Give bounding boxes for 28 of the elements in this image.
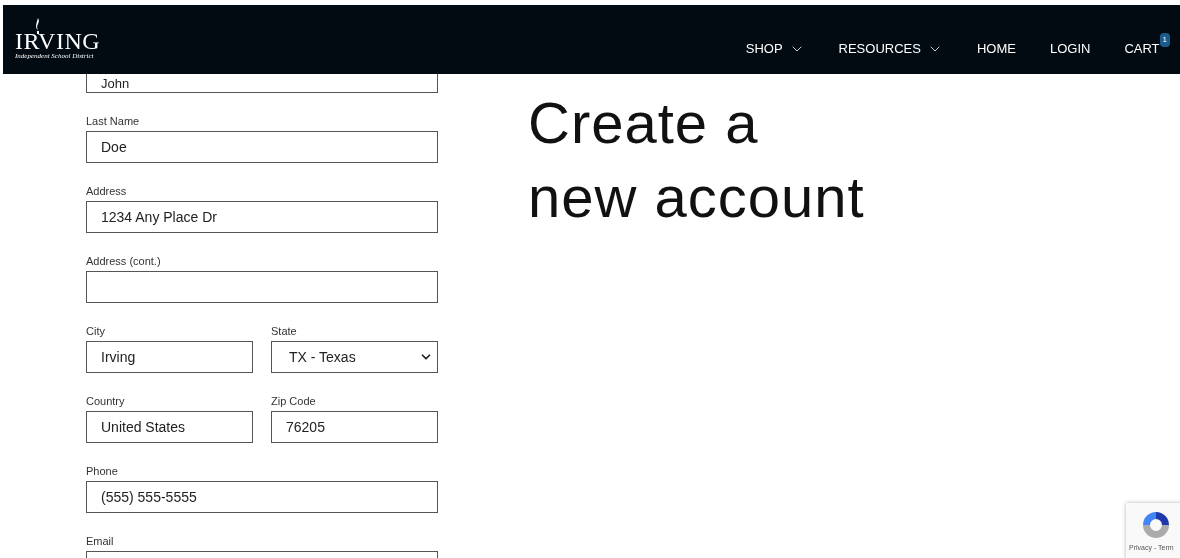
field-label: City	[86, 324, 106, 338]
logo-wordmark: IRVING	[15, 30, 101, 52]
field-label: Country	[86, 394, 126, 408]
field-label: State	[271, 324, 298, 338]
nav-link[interactable]: CART	[1124, 38, 1160, 59]
nav-link[interactable]: HOME	[976, 38, 1016, 59]
field-label: Address (cont.)	[86, 254, 162, 268]
page-heading: new account	[528, 163, 865, 231]
page-heading: Create a	[528, 89, 760, 157]
field-label: Email	[86, 534, 115, 548]
input-field[interactable]: 1234 Any Place Dr	[86, 201, 438, 233]
field-label: Address	[86, 184, 128, 198]
input-field[interactable]: Irving	[86, 341, 253, 373]
nav-link[interactable]: SHOP	[745, 38, 805, 59]
cart-count-badge: 1	[1159, 32, 1170, 47]
input-field[interactable]: 76205	[271, 411, 438, 443]
nav-link[interactable]: RESOURCES	[838, 38, 943, 59]
input-field[interactable]: Doe	[86, 131, 438, 163]
flame-icon	[34, 18, 42, 34]
field-label: Last Name	[86, 114, 141, 128]
field-label: Zip Code	[271, 394, 317, 408]
input-field[interactable]	[86, 271, 438, 303]
field-label: Phone	[86, 464, 119, 478]
recaptcha-icon	[1140, 509, 1172, 541]
input-field[interactable]: (555) 555-5555	[86, 481, 438, 513]
nav-link[interactable]: LOGIN	[1049, 38, 1091, 59]
input-field[interactable]: United States	[86, 411, 253, 443]
state-select[interactable]: TX - Texas	[271, 341, 438, 373]
